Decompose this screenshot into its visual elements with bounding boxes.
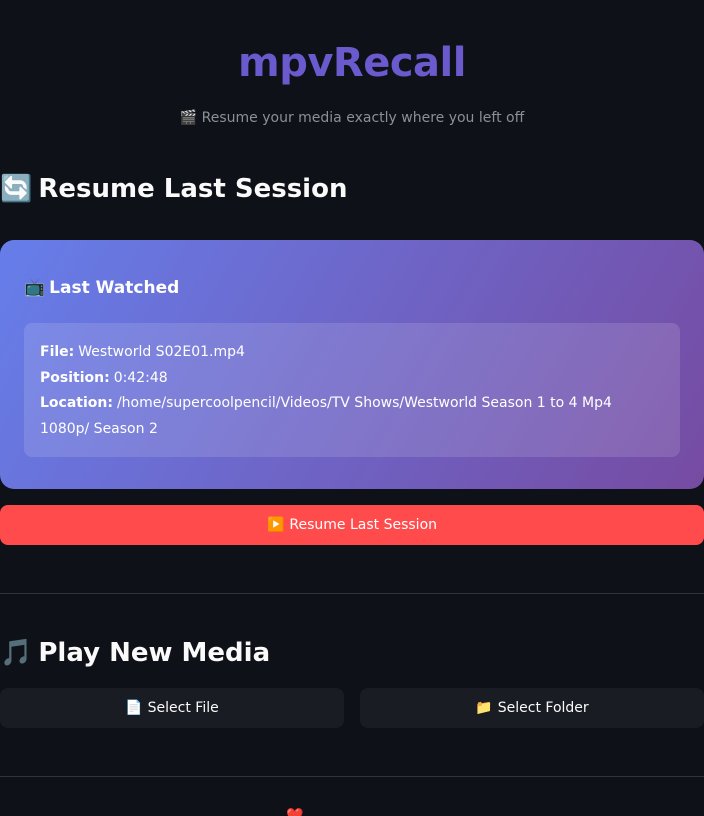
last-watched-title: 📺 Last Watched xyxy=(24,276,179,300)
location-label: Location: xyxy=(40,395,113,412)
select-folder-label: Select Folder xyxy=(497,700,589,716)
play-section-header: 🎵 Play New Media xyxy=(0,635,270,671)
file-info: File: Westworld S02E01.mp4 xyxy=(40,340,664,366)
folder-icon: 📁 xyxy=(475,700,493,716)
last-watched-label: Last Watched xyxy=(49,278,180,298)
play-icon: ▶️ xyxy=(266,517,285,533)
music-note-icon: 🎵 xyxy=(0,638,33,668)
refresh-icon: 🔄 xyxy=(0,174,33,204)
resume-section-title: Resume Last Session xyxy=(38,174,348,204)
footer-divider xyxy=(0,776,704,777)
app-root: mpvRecall 🎬 Resume your media exactly wh… xyxy=(0,0,704,816)
heart-icon: ❤️ xyxy=(286,808,304,816)
play-section-title: Play New Media xyxy=(38,638,271,668)
app-title: mpvRecall xyxy=(238,40,466,86)
section-divider xyxy=(0,593,704,594)
file-value: Westworld S02E01.mp4 xyxy=(78,344,245,360)
tv-icon: 📺 xyxy=(24,278,46,298)
resume-section-header: 🔄 Resume Last Session xyxy=(0,171,347,207)
select-file-label: Select File xyxy=(147,700,219,716)
app-subtitle: 🎬 Resume your media exactly where you le… xyxy=(179,110,525,126)
select-file-button[interactable]: 📄 Select File xyxy=(0,688,344,728)
location-info: Location:/home/supercoolpencil/Videos/TV… xyxy=(40,391,664,442)
location-value: /home/supercoolpencil/Videos/TV Shows/We… xyxy=(40,395,612,438)
position-value: 0:42:48 xyxy=(113,369,168,386)
last-watched-card: 📺 Last Watched File: Westworld S02E01.mp4 … xyxy=(0,240,704,489)
select-folder-button[interactable]: 📁 Select Folder xyxy=(360,688,704,728)
position-label: Position: xyxy=(40,369,110,386)
file-label: File: xyxy=(40,344,75,360)
file-icon: 📄 xyxy=(125,700,143,716)
resume-button-label: Resume Last Session xyxy=(289,517,438,533)
position-info: Position: 0:42:48 xyxy=(40,366,664,392)
session-info-box: File: Westworld S02E01.mp4 Position: 0:42:… xyxy=(24,323,680,457)
resume-last-session-button[interactable]: ▶️ Resume Last Session xyxy=(0,505,704,545)
